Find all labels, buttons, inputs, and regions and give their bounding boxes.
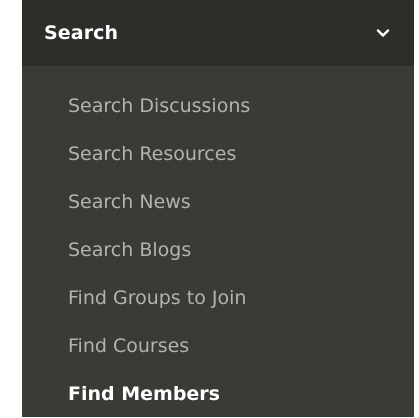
- menu-item-find-groups[interactable]: Find Groups to Join: [22, 274, 414, 322]
- menu-item-label: Search News: [68, 191, 191, 213]
- menu-item-label: Find Members: [68, 383, 220, 405]
- search-menu: Search Search Discussions Search Resourc…: [22, 0, 414, 417]
- menu-item-search-resources[interactable]: Search Resources: [22, 130, 414, 178]
- menu-item-label: Find Courses: [68, 335, 190, 357]
- menu-item-search-discussions[interactable]: Search Discussions: [22, 82, 414, 130]
- menu-item-find-courses[interactable]: Find Courses: [22, 322, 414, 370]
- search-menu-title: Search: [44, 22, 119, 44]
- menu-item-search-news[interactable]: Search News: [22, 178, 414, 226]
- menu-item-find-members[interactable]: Find Members: [22, 370, 414, 418]
- menu-item-search-blogs[interactable]: Search Blogs: [22, 226, 414, 274]
- chevron-down-icon[interactable]: [374, 24, 392, 42]
- menu-item-label: Find Groups to Join: [68, 287, 247, 309]
- search-menu-list: Search Discussions Search Resources Sear…: [22, 82, 414, 418]
- search-menu-header[interactable]: Search: [22, 0, 414, 66]
- menu-item-label: Search Blogs: [68, 239, 192, 261]
- menu-item-label: Search Resources: [68, 143, 237, 165]
- menu-item-label: Search Discussions: [68, 95, 251, 117]
